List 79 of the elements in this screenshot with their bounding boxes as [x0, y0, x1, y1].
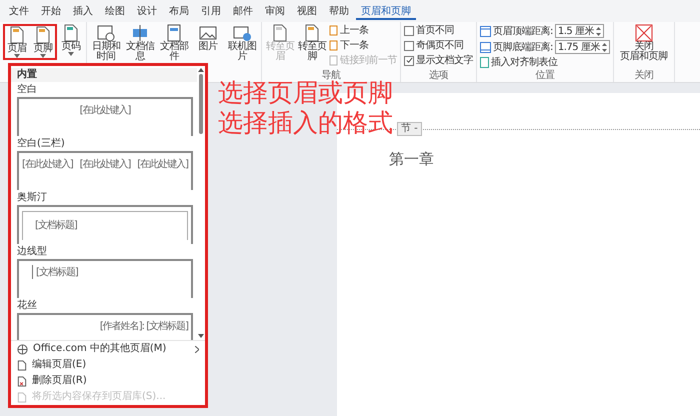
caret-icon: [14, 54, 20, 58]
checkbox[interactable]: [404, 40, 414, 50]
insert-button[interactable]: 联机图片: [226, 24, 258, 62]
page-icon: [329, 25, 338, 36]
header-footer-button[interactable]: 页脚: [31, 26, 55, 58]
group-label: 选项: [428, 70, 449, 81]
group-label: 关闭: [633, 70, 654, 81]
header-footer-button[interactable]: 页码: [59, 24, 83, 56]
caret-icon: [68, 52, 74, 56]
check-icon: [406, 57, 412, 64]
nav-button[interactable]: 下一条: [329, 39, 397, 52]
page-icon: [17, 360, 27, 370]
page-icon: [35, 26, 51, 44]
menu-tab[interactable]: 审阅: [260, 4, 290, 20]
group-label: 导航: [322, 70, 341, 81]
menu-item[interactable]: 删除页眉(R): [11, 373, 205, 389]
header-preview[interactable]: [文档标题]: [17, 205, 193, 244]
menu-tab[interactable]: 页眉和页脚: [356, 4, 416, 20]
option-checkbox[interactable]: 奇偶页不同: [404, 39, 473, 52]
page-icon: [9, 26, 25, 44]
menu-tab[interactable]: 邮件: [228, 4, 258, 20]
scroll-down-icon[interactable]: [198, 334, 204, 338]
insert-button[interactable]: 文档部件: [158, 24, 190, 62]
header-preview[interactable]: [作者姓名]: [文档标题]: [17, 313, 193, 340]
menu-tab[interactable]: 视图: [292, 4, 322, 20]
section-heading: 内置: [11, 68, 197, 82]
menu-tab[interactable]: 绘图: [100, 4, 130, 20]
go-to-button[interactable]: 转至页脚: [297, 24, 327, 62]
chevron-right-icon: [195, 346, 199, 352]
nav-button[interactable]: 上一条: [329, 24, 397, 37]
spin-field[interactable]: 1.5 厘米: [554, 24, 604, 38]
annotation-text: 选择页眉或页脚: [218, 78, 393, 108]
insert-tab-button[interactable]: 插入对齐制表位: [480, 56, 610, 69]
header-preview[interactable]: [文档标题]: [17, 259, 193, 298]
spin-field[interactable]: 1.75 厘米: [554, 40, 610, 54]
section-tag: 节 -: [397, 122, 422, 136]
globe-icon: [17, 344, 28, 354]
header-preview[interactable]: [在此处键入]: [17, 97, 193, 136]
insert-button[interactable]: 日期和时间: [90, 24, 122, 62]
header-footer-button[interactable]: 页眉: [5, 26, 29, 58]
margin-icon: [480, 26, 491, 36]
gallery-item-name: 花丝: [17, 299, 38, 313]
gallery-item-name: 空白: [17, 83, 38, 97]
checkbox[interactable]: [404, 26, 414, 36]
close-header-footer-button[interactable]: 关闭 页眉和页脚: [616, 24, 671, 62]
gallery-item-name: 空白(三栏): [17, 137, 66, 151]
menu-tab[interactable]: 引用: [196, 4, 226, 20]
tab-stop-icon: [480, 57, 489, 68]
field-label: 页脚底端距离:: [493, 40, 553, 54]
scroll-up-icon[interactable]: [198, 68, 204, 72]
margin-icon: [480, 42, 491, 52]
menu-tab[interactable]: 布局: [164, 4, 194, 20]
insert-button[interactable]: 文档信息: [124, 24, 156, 62]
page-delete-icon: [17, 376, 27, 386]
menu-item[interactable]: 编辑页眉(E): [11, 357, 205, 373]
gallery-item-name: 边线型: [17, 245, 48, 259]
menu-tab[interactable]: 设计: [132, 4, 162, 20]
spinner-icon: [602, 42, 607, 52]
page-icon: [329, 40, 338, 51]
menu-item[interactable]: Office.com 中的其他页眉(M): [11, 341, 205, 357]
menu-tab[interactable]: 帮助: [324, 4, 354, 20]
document-heading: 第一章: [389, 150, 435, 169]
option-checkbox[interactable]: 首页不同: [404, 24, 473, 37]
scrollbar-thumb[interactable]: [199, 74, 203, 134]
group-label: 位置: [534, 70, 556, 81]
spinner-icon: [596, 26, 601, 36]
menu-tab[interactable]: 文件: [4, 4, 34, 20]
menu-tab[interactable]: 插入: [68, 4, 98, 20]
page-save-icon: [17, 392, 27, 402]
annotation-text: 选择插入的格式: [218, 108, 393, 138]
caret-icon: [40, 54, 46, 58]
insert-button[interactable]: 图片: [192, 24, 224, 52]
header-preview[interactable]: [在此处键入] [在此处键入] [在此处键入]: [17, 151, 193, 190]
page-icon: [329, 55, 338, 66]
field-label: 页眉顶端距离:: [493, 24, 553, 38]
gallery-item-name: 奥斯汀: [17, 191, 48, 205]
option-checkbox[interactable]: 显示文档文字: [404, 54, 473, 67]
checkbox[interactable]: [404, 56, 414, 66]
menu-tab[interactable]: 开始: [36, 4, 66, 20]
